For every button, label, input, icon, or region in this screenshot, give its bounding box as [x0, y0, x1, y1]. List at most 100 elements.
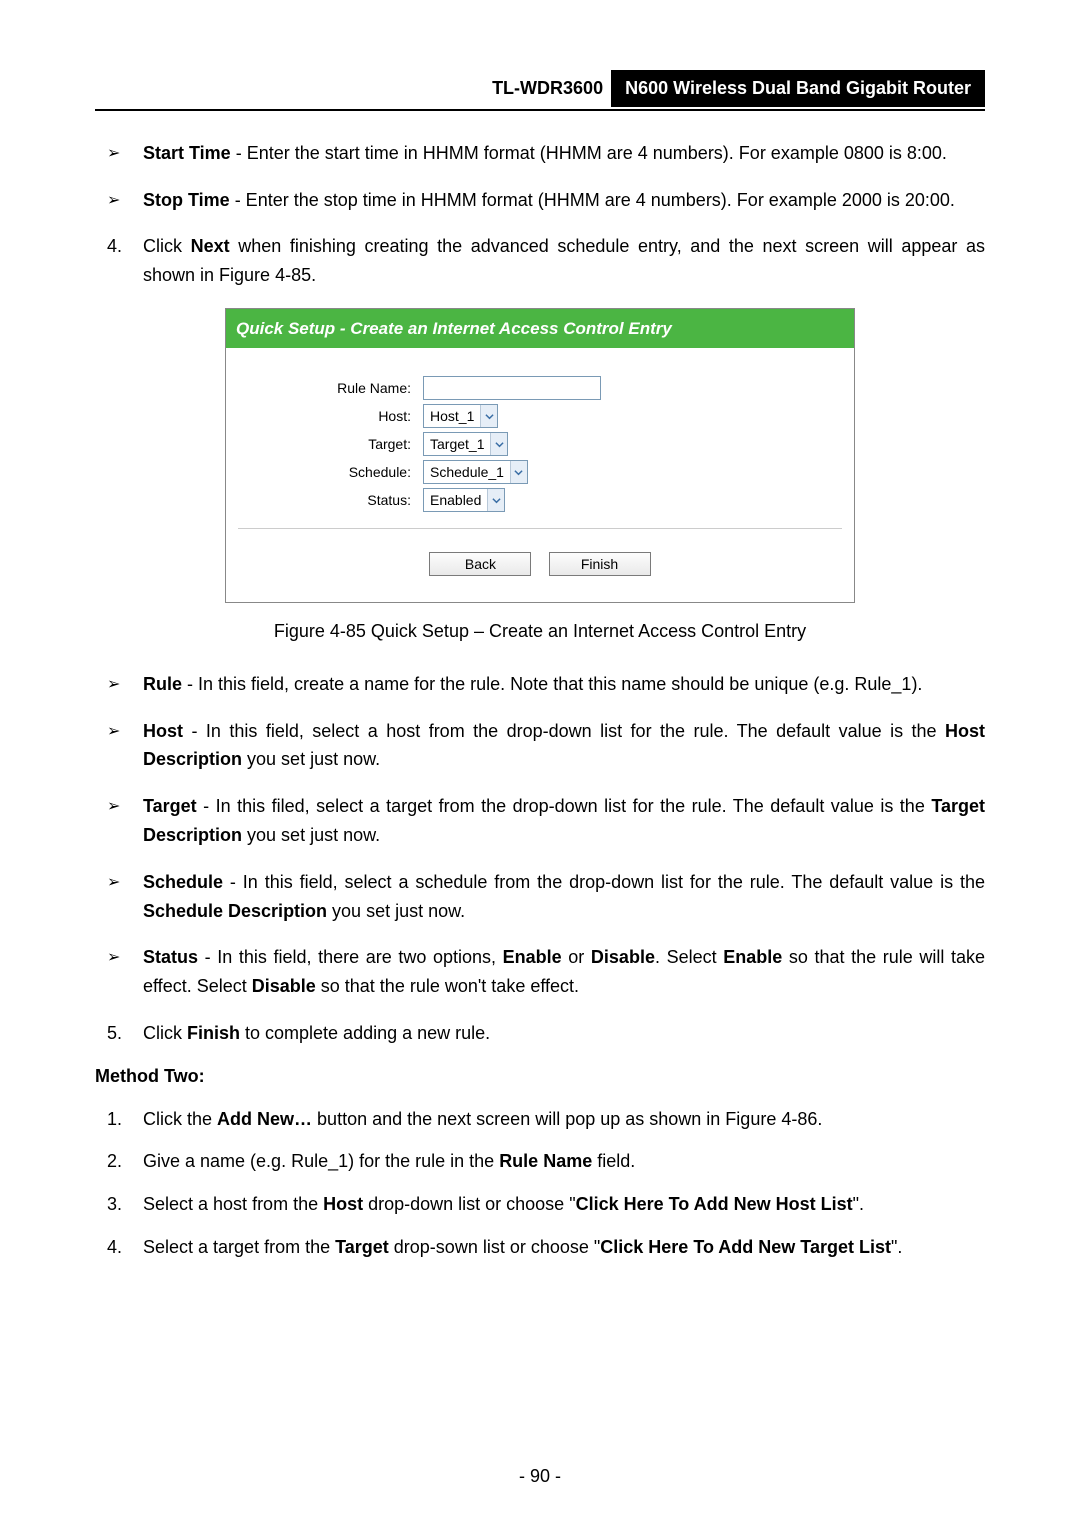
bold-sched-desc: Schedule Description — [143, 901, 327, 921]
bold-rule: Rule — [143, 674, 182, 694]
header-model: TL-WDR3600 — [484, 71, 611, 106]
list-number: 4. — [107, 1233, 122, 1262]
bold: Disable — [252, 976, 316, 996]
figure-caption: Figure 4-85 Quick Setup – Create an Inte… — [95, 617, 985, 646]
bold-host: Host — [143, 721, 183, 741]
text: Give a name (e.g. Rule_1) for the rule i… — [143, 1151, 499, 1171]
schedule-select[interactable]: Schedule_1 — [423, 460, 528, 484]
finish-button[interactable]: Finish — [549, 552, 651, 576]
list-item: ➢ Target - In this filed, select a targe… — [143, 792, 985, 850]
label-stop-time: Stop Time — [143, 190, 230, 210]
bold-schedule: Schedule — [143, 872, 223, 892]
list-number: 2. — [107, 1147, 122, 1176]
text: to complete adding a new rule. — [240, 1023, 490, 1043]
chevron-right-icon: ➢ — [107, 141, 120, 167]
chevron-right-icon: ➢ — [107, 672, 120, 698]
list-item: ➢ Start Time - Enter the start time in H… — [143, 139, 985, 168]
text: - Enter the stop time in HHMM format (HH… — [230, 190, 955, 210]
text: Click — [143, 236, 191, 256]
text: - In this field, select a schedule from … — [223, 872, 985, 892]
list-item: 1. Click the Add New… button and the nex… — [143, 1105, 985, 1134]
label-target: Target: — [238, 433, 423, 455]
text: - Enter the start time in HHMM format (H… — [231, 143, 947, 163]
target-select[interactable]: Target_1 — [423, 432, 508, 456]
text: you set just now. — [242, 749, 380, 769]
time-bullet-list: ➢ Start Time - Enter the start time in H… — [95, 139, 985, 215]
bold: Rule Name — [499, 1151, 592, 1171]
quick-setup-panel: Quick Setup - Create an Internet Access … — [225, 308, 855, 603]
text: - In this field, create a name for the r… — [182, 674, 922, 694]
text: Select a host from the — [143, 1194, 323, 1214]
bold: Enable — [723, 947, 782, 967]
page-number: - 90 - — [0, 1462, 1080, 1491]
label-schedule: Schedule: — [238, 461, 423, 483]
text: - In this field, select a host from the … — [183, 721, 945, 741]
text: ". — [891, 1237, 902, 1257]
chevron-down-icon — [480, 405, 497, 427]
page-header: TL-WDR3600N600 Wireless Dual Band Gigabi… — [95, 70, 985, 111]
divider — [238, 528, 842, 529]
bold-next: Next — [191, 236, 230, 256]
list-item: ➢ Rule - In this field, create a name fo… — [143, 670, 985, 699]
list-number: 5. — [107, 1019, 122, 1048]
back-button[interactable]: Back — [429, 552, 531, 576]
label-start-time: Start Time — [143, 143, 231, 163]
text: or — [562, 947, 591, 967]
text: Click the — [143, 1109, 217, 1129]
list-item: 3. Select a host from the Host drop-down… — [143, 1190, 985, 1219]
list-item: ➢ Host - In this field, select a host fr… — [143, 717, 985, 775]
host-select[interactable]: Host_1 — [423, 404, 498, 428]
chevron-right-icon: ➢ — [107, 945, 120, 971]
text: button and the next screen will pop up a… — [312, 1109, 822, 1129]
chevron-right-icon: ➢ — [107, 870, 120, 896]
header-title: N600 Wireless Dual Band Gigabit Router — [611, 70, 985, 107]
text: drop-down list or choose " — [363, 1194, 576, 1214]
text: ". — [853, 1194, 864, 1214]
bold: Click Here To Add New Target List — [600, 1237, 891, 1257]
bold: Host — [323, 1194, 363, 1214]
text: you set just now. — [327, 901, 465, 921]
bold-target: Target — [143, 796, 197, 816]
list-item: ➢ Stop Time - Enter the stop time in HHM… — [143, 186, 985, 215]
chevron-right-icon: ➢ — [107, 794, 120, 820]
chevron-down-icon — [487, 489, 504, 511]
chevron-right-icon: ➢ — [107, 188, 120, 214]
list-item: 4. Select a target from the Target drop-… — [143, 1233, 985, 1262]
bold-finish: Finish — [187, 1023, 240, 1043]
panel-title: Quick Setup - Create an Internet Access … — [226, 309, 854, 348]
bold: Add New… — [217, 1109, 312, 1129]
text: . Select — [655, 947, 723, 967]
text: Click — [143, 1023, 187, 1043]
select-value: Enabled — [424, 489, 487, 511]
text: - In this field, there are two options, — [198, 947, 503, 967]
bold-status: Status — [143, 947, 198, 967]
chevron-down-icon — [490, 433, 507, 455]
text: Select a target from the — [143, 1237, 335, 1257]
numbered-list: 5. Click Finish to complete adding a new… — [95, 1019, 985, 1048]
list-item: 2. Give a name (e.g. Rule_1) for the rul… — [143, 1147, 985, 1176]
text: so that the rule won't take effect. — [316, 976, 579, 996]
numbered-list: 4. Click Next when finishing creating th… — [95, 232, 985, 290]
list-number: 3. — [107, 1190, 122, 1219]
list-item: ➢ Schedule - In this field, select a sch… — [143, 868, 985, 926]
rule-name-input[interactable] — [423, 376, 601, 400]
chevron-right-icon: ➢ — [107, 719, 120, 745]
description-list: ➢ Rule - In this field, create a name fo… — [95, 670, 985, 1001]
bold: Enable — [503, 947, 562, 967]
list-number: 1. — [107, 1105, 122, 1134]
select-value: Host_1 — [424, 405, 480, 427]
bold: Click Here To Add New Host List — [576, 1194, 853, 1214]
bold: Disable — [591, 947, 655, 967]
text: you set just now. — [242, 825, 380, 845]
text: when finishing creating the advanced sch… — [143, 236, 985, 285]
status-select[interactable]: Enabled — [423, 488, 505, 512]
list-item: 5. Click Finish to complete adding a new… — [143, 1019, 985, 1048]
button-row: Back Finish — [238, 545, 842, 584]
list-number: 4. — [107, 232, 122, 261]
select-value: Target_1 — [424, 433, 490, 455]
text: - In this filed, select a target from th… — [197, 796, 932, 816]
text: field. — [592, 1151, 635, 1171]
select-value: Schedule_1 — [424, 461, 510, 483]
bold: Target — [335, 1237, 389, 1257]
list-item: 4. Click Next when finishing creating th… — [143, 232, 985, 290]
